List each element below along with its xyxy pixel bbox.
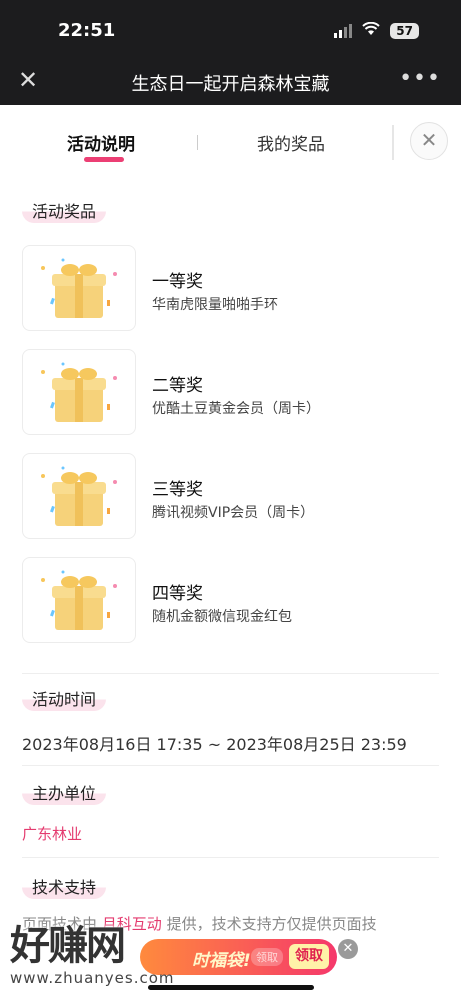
section-title-time: 活动时间 <box>22 685 107 711</box>
gift-box-icon <box>22 557 136 643</box>
prize-name: 随机金额微信现金红包 <box>152 609 292 625</box>
activity-time: 2023年08月16日 17:35 ~ 2023年08月25日 23:59 <box>22 735 407 754</box>
prize-item: 一等奖 华南虎限量啪啪手环 <box>22 245 422 333</box>
home-indicator <box>148 985 314 990</box>
prize-rank: 二等奖 <box>152 376 203 396</box>
prize-name: 华南虎限量啪啪手环 <box>152 297 278 313</box>
tab-activity-rules[interactable]: 活动说明 <box>67 130 135 155</box>
status-icons: 57 <box>334 21 419 40</box>
top-bar: 22:51 57 ✕ 生态日一起开启森林宝藏 ••• <box>0 0 461 105</box>
prize-rank: 三等奖 <box>152 480 203 500</box>
close-circle-icon[interactable]: ✕ <box>410 122 448 160</box>
organizer-link[interactable]: 广东林业 <box>22 823 82 844</box>
tab-my-prizes[interactable]: 我的奖品 <box>257 130 325 155</box>
tab-active-indicator <box>84 157 124 162</box>
tab-separator <box>392 125 394 160</box>
prize-rank: 一等奖 <box>152 272 203 292</box>
banner-close-icon[interactable]: ✕ <box>338 939 358 959</box>
activity-sheet: 活动说明 我的奖品 ✕ 活动奖品 一等奖 华南虎限量啪啪手环 二等奖 优酷土豆黄… <box>0 105 461 1000</box>
claim-button[interactable]: 领取 <box>289 944 329 969</box>
prize-item: 三等奖 腾讯视频VIP会员（周卡） <box>22 453 422 541</box>
tech-suffix: 提供，技术支持方仅提供页面技 <box>166 915 377 933</box>
divider <box>22 765 439 766</box>
gift-box-icon <box>22 349 136 435</box>
section-title-organizer: 主办单位 <box>22 779 107 805</box>
tab-bar: 活动说明 我的奖品 ✕ <box>0 105 461 175</box>
gift-box-icon <box>22 453 136 539</box>
section-title-prizes: 活动奖品 <box>22 197 107 223</box>
battery-icon: 57 <box>390 23 419 39</box>
signal-icon <box>334 24 353 38</box>
watermark-logo: 好赚网 <box>10 923 126 969</box>
banner-tag: 领取 <box>251 948 283 966</box>
prize-name: 腾讯视频VIP会员（周卡） <box>152 505 315 521</box>
prize-item: 四等奖 随机金额微信现金红包 <box>22 557 422 645</box>
more-icon[interactable]: ••• <box>399 66 441 91</box>
divider <box>22 673 439 674</box>
section-title-tech: 技术支持 <box>22 873 107 899</box>
page-title: 生态日一起开启森林宝藏 <box>131 74 330 95</box>
divider <box>22 857 439 858</box>
prize-item: 二等奖 优酷土豆黄金会员（周卡） <box>22 349 422 437</box>
status-time: 22:51 <box>58 20 116 41</box>
tab-divider <box>197 135 198 150</box>
prize-name: 优酷土豆黄金会员（周卡） <box>152 401 320 417</box>
banner-text: 时福袋! <box>192 951 251 971</box>
wifi-icon <box>362 21 380 40</box>
gift-box-icon <box>22 245 136 331</box>
prize-rank: 四等奖 <box>152 584 203 604</box>
